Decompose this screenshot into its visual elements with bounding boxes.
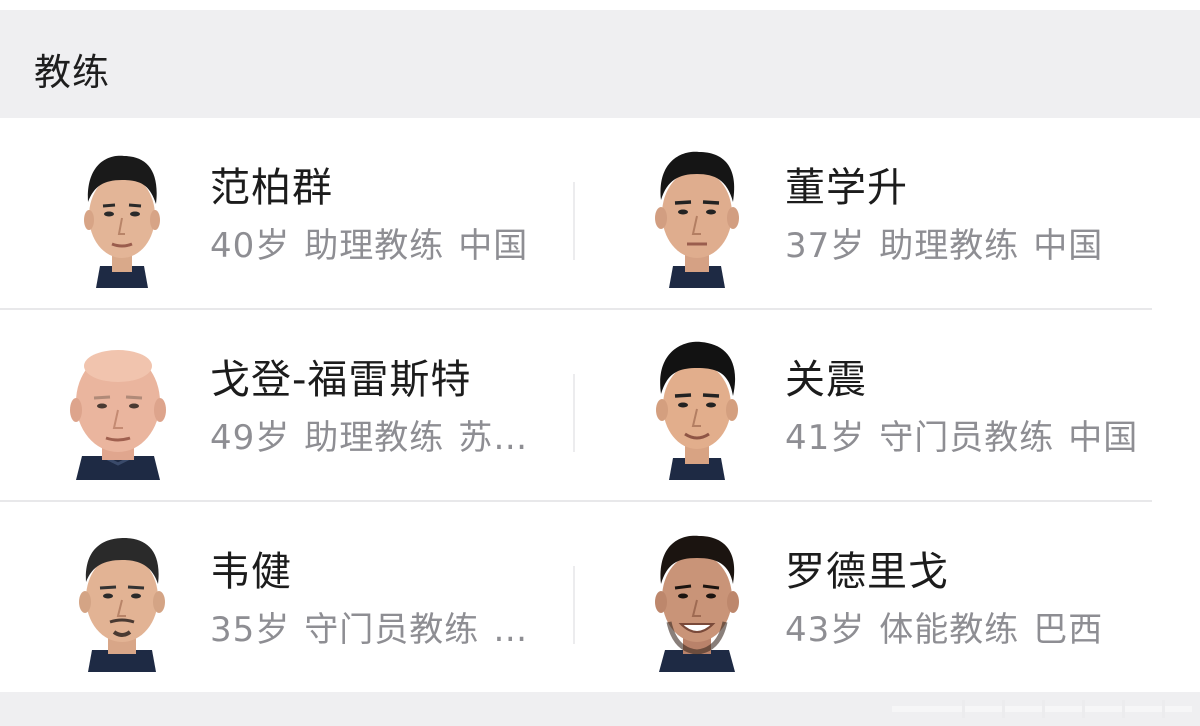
- avatar-wei-jian: [79, 538, 165, 672]
- coach-nation: 巴西: [1033, 610, 1104, 650]
- coach-meta: 49岁 助理教练 苏…: [210, 414, 528, 462]
- coach-meta: 37岁 助理教练 中国: [785, 222, 1103, 270]
- coach-nation: 中国: [1068, 418, 1139, 458]
- section-title: 教练: [34, 51, 110, 94]
- coach-nation: 中国: [458, 226, 529, 266]
- watermark-logo: [892, 700, 1192, 718]
- coach-age: 35岁: [210, 610, 291, 650]
- coach-meta: 41岁 守门员教练 中国: [785, 414, 1138, 462]
- coach-age: 43岁: [785, 610, 866, 650]
- coach-card-rodrigo[interactable]: 罗德里戈 43岁 体能教练 巴西: [575, 502, 1200, 693]
- coach-grid: 范柏群 40岁 助理教练 中国 董学升 37岁 助理教练 中国 戈登-福雷斯特 …: [0, 118, 1200, 692]
- coach-name: 关震: [785, 357, 867, 403]
- coach-age: 40岁: [210, 226, 291, 266]
- coach-nation: …: [493, 610, 529, 650]
- coach-role: 体能教练: [879, 610, 1020, 650]
- coach-row: 戈登-福雷斯特 49岁 助理教练 苏… 关震 41岁 守门员教练 中国: [0, 310, 1200, 501]
- coach-role: 助理教练: [304, 418, 445, 458]
- section-header: 教练: [0, 10, 1200, 118]
- coach-card-dong-xuesheng[interactable]: 董学升 37岁 助理教练 中国: [575, 118, 1200, 309]
- top-strip: [0, 0, 1200, 10]
- coach-card-gordon-forrest[interactable]: 戈登-福雷斯特 49岁 助理教练 苏…: [0, 310, 575, 501]
- coach-role: 守门员教练: [304, 610, 480, 650]
- coach-role: 助理教练: [879, 226, 1020, 266]
- coach-row: 范柏群 40岁 助理教练 中国 董学升 37岁 助理教练 中国: [0, 118, 1200, 309]
- coach-name: 戈登-福雷斯特: [210, 357, 472, 403]
- coach-meta: 43岁 体能教练 巴西: [785, 606, 1103, 654]
- coach-name: 罗德里戈: [785, 549, 949, 595]
- coach-age: 49岁: [210, 418, 291, 458]
- coach-card-fan-baiqun[interactable]: 范柏群 40岁 助理教练 中国: [0, 118, 575, 309]
- avatar-fan-baiqun: [84, 155, 160, 288]
- coach-age: 37岁: [785, 226, 866, 266]
- coach-nation: 苏…: [458, 418, 529, 458]
- coach-nation: 中国: [1033, 226, 1104, 266]
- coach-meta: 35岁 守门员教练 …: [210, 606, 528, 654]
- coach-meta: 40岁 助理教练 中国: [210, 222, 528, 270]
- avatar-rodrigo: [655, 535, 739, 672]
- coach-card-guan-zhen[interactable]: 关震 41岁 守门员教练 中国: [575, 310, 1200, 501]
- coach-role: 守门员教练: [879, 418, 1055, 458]
- avatar-guan-zhen: [656, 341, 738, 480]
- coach-name: 董学升: [785, 165, 908, 211]
- avatar-dong-xuesheng: [655, 151, 739, 288]
- coach-name: 韦健: [210, 549, 292, 595]
- coach-card-wei-jian[interactable]: 韦健 35岁 守门员教练 …: [0, 502, 575, 693]
- coach-age: 41岁: [785, 418, 866, 458]
- avatar-gordon-forrest: [70, 350, 166, 480]
- coach-name: 范柏群: [210, 165, 333, 211]
- coach-role: 助理教练: [304, 226, 445, 266]
- coach-row: 韦健 35岁 守门员教练 … 罗德里戈 43岁 体能教练 巴西: [0, 502, 1200, 693]
